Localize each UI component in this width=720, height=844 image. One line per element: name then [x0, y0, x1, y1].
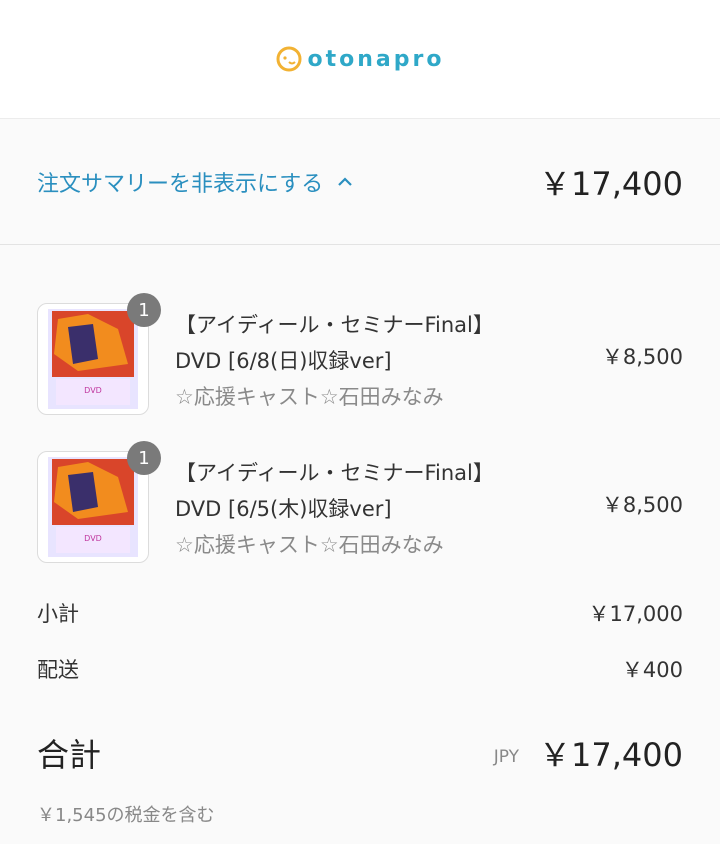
summary-total: ￥17,400 — [539, 164, 683, 203]
item-price: ￥8,500 — [601, 493, 683, 517]
header: otonapro — [0, 0, 720, 118]
chevron-up-icon — [338, 176, 353, 186]
total-value: ￥17,400 — [539, 736, 683, 774]
item-variant: ☆応援キャスト☆石田みなみ — [175, 533, 444, 557]
order-summary: 注文サマリーを非表示にする ￥17,400 DVD 1 【アイディール・セミナー… — [0, 118, 720, 844]
line-item: DVD 1 【アイディール・セミナーFinal】 DVD [6/8(日)収録ve… — [37, 285, 683, 433]
subtotal-label: 小計 — [37, 602, 79, 626]
currency-code: JPY — [493, 747, 520, 767]
total-label: 合計 — [37, 736, 102, 774]
shipping-row: 配送 ￥400 — [37, 641, 683, 697]
thumb-label: DVD — [84, 386, 102, 395]
logo-face-icon — [276, 46, 302, 72]
thumb-label: DVD — [84, 534, 102, 543]
tax-note: ￥1,545の税金を含む — [37, 805, 215, 826]
line-item: DVD 1 【アイディール・セミナーFinal】 DVD [6/5(木)収録ve… — [37, 433, 683, 581]
item-price: ￥8,500 — [601, 345, 683, 369]
item-title: 【アイディール・セミナーFinal】 — [175, 461, 494, 485]
quantity-badge: 1 — [127, 293, 161, 327]
quantity-badge: 1 — [127, 441, 161, 475]
hide-summary-label: 注文サマリーを非表示にする — [37, 171, 324, 197]
subtotal-row: 小計 ￥17,000 — [37, 585, 683, 641]
store-logo[interactable]: otonapro — [276, 46, 445, 72]
order-summary-toggle-bar: 注文サマリーを非表示にする ￥17,400 — [0, 119, 720, 245]
item-title: 【アイディール・セミナーFinal】 — [175, 313, 494, 337]
shipping-value: ￥400 — [621, 658, 683, 682]
hide-summary-toggle[interactable]: 注文サマリーを非表示にする — [37, 166, 353, 198]
line-items: DVD 1 【アイディール・セミナーFinal】 DVD [6/8(日)収録ve… — [0, 245, 720, 581]
total-row: 合計 JPY ￥17,400 — [37, 707, 683, 799]
subtotal-value: ￥17,000 — [588, 602, 683, 626]
shipping-label: 配送 — [37, 658, 79, 682]
totals: 小計 ￥17,000 配送 ￥400 合計 JPY ￥17,400 ￥1,545… — [0, 585, 720, 827]
item-variant: ☆応援キャスト☆石田みなみ — [175, 385, 444, 409]
logo-text: otonapro — [307, 46, 445, 72]
